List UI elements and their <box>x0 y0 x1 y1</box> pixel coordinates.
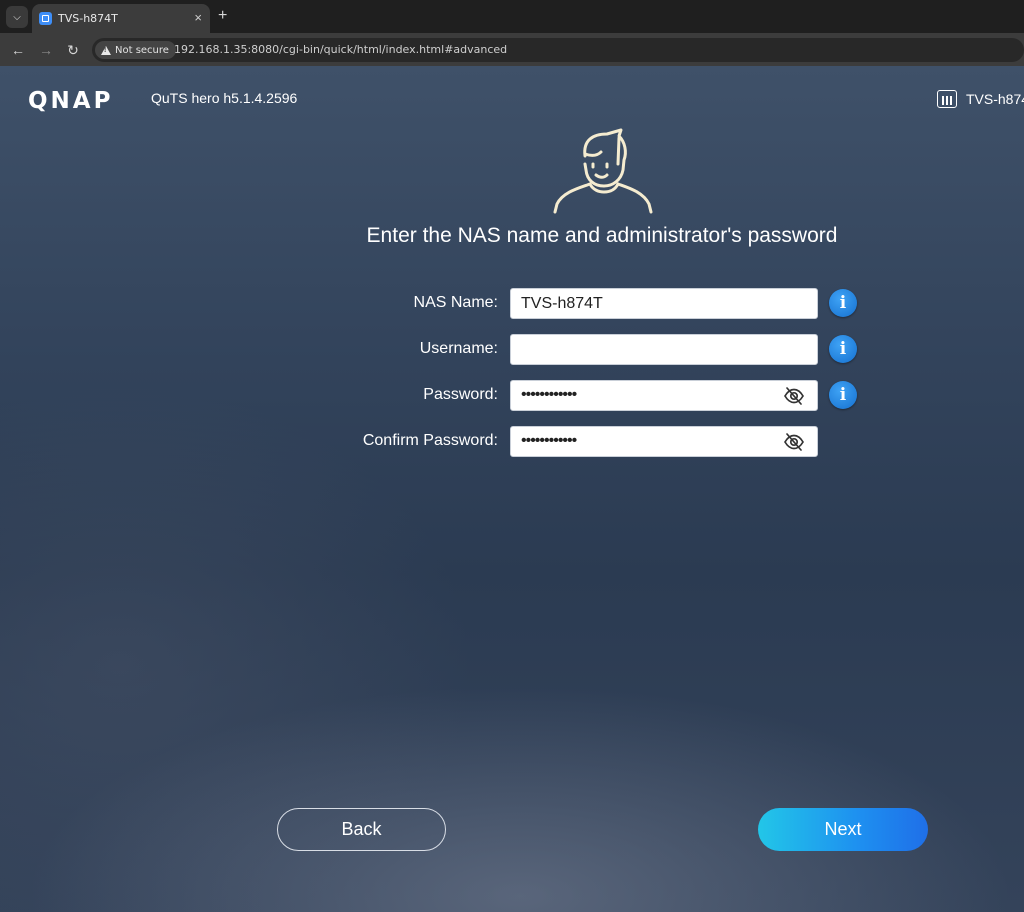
nas-name-value: TVS-h874T <box>521 295 603 312</box>
confirm-password-label: Confirm Password: <box>362 432 498 449</box>
username-field[interactable] <box>510 334 818 365</box>
reload-icon[interactable]: ↻ <box>63 40 83 60</box>
browser-tab[interactable]: TVS-h874T × <box>32 4 210 33</box>
device-name: TVS-h874T <box>966 91 1024 107</box>
confirm-password-value: •••••••••••• <box>521 432 577 449</box>
admin-avatar-icon <box>553 128 653 214</box>
nas-name-field[interactable]: TVS-h874T <box>510 288 818 319</box>
qnap-logo: QNAP <box>28 88 114 114</box>
nas-name-label: NAS Name: <box>413 294 498 311</box>
username-label: Username: <box>419 340 498 357</box>
firmware-version: QuTS hero h5.1.4.2596 <box>151 90 298 106</box>
eye-off-icon[interactable] <box>783 386 805 406</box>
password-field[interactable]: •••••••••••• <box>510 380 818 411</box>
url-text[interactable]: 192.168.1.35:8080/cgi-bin/quick/html/ind… <box>174 43 507 56</box>
back-arrow-icon[interactable]: ← <box>8 40 28 60</box>
info-icon[interactable]: i <box>829 335 857 363</box>
setup-page: QNAP QuTS hero h5.1.4.2596 TVS-h874T Ent… <box>0 66 1024 912</box>
nas-device-icon <box>937 90 957 108</box>
browser-toolbar: ← → ↻ Not secure 192.168.1.35:8080/cgi-b… <box>0 33 1024 66</box>
back-button[interactable]: Back <box>277 808 446 851</box>
password-value: •••••••••••• <box>521 386 577 403</box>
plus-icon[interactable]: + <box>218 6 227 26</box>
forward-arrow-icon[interactable]: → <box>36 40 56 60</box>
page-heading: Enter the NAS name and administrator's p… <box>366 224 838 247</box>
password-label: Password: <box>423 386 498 403</box>
browser-tab-bar: ⌵ TVS-h874T × + <box>0 0 1024 33</box>
info-icon[interactable]: i <box>829 289 857 317</box>
tab-list-icon[interactable]: ⌵ <box>6 6 28 28</box>
address-bar[interactable]: Not secure 192.168.1.35:8080/cgi-bin/qui… <box>92 38 1024 62</box>
favicon-icon <box>39 12 52 25</box>
security-indicator[interactable]: Not secure <box>95 41 176 59</box>
eye-off-icon[interactable] <box>783 432 805 452</box>
confirm-password-field[interactable]: •••••••••••• <box>510 426 818 457</box>
security-label: Not secure <box>115 44 169 56</box>
info-icon[interactable]: i <box>829 381 857 409</box>
warning-icon <box>101 45 111 55</box>
tab-title: TVS-h874T <box>58 12 118 25</box>
close-icon[interactable]: × <box>194 10 202 26</box>
next-button[interactable]: Next <box>758 808 928 851</box>
